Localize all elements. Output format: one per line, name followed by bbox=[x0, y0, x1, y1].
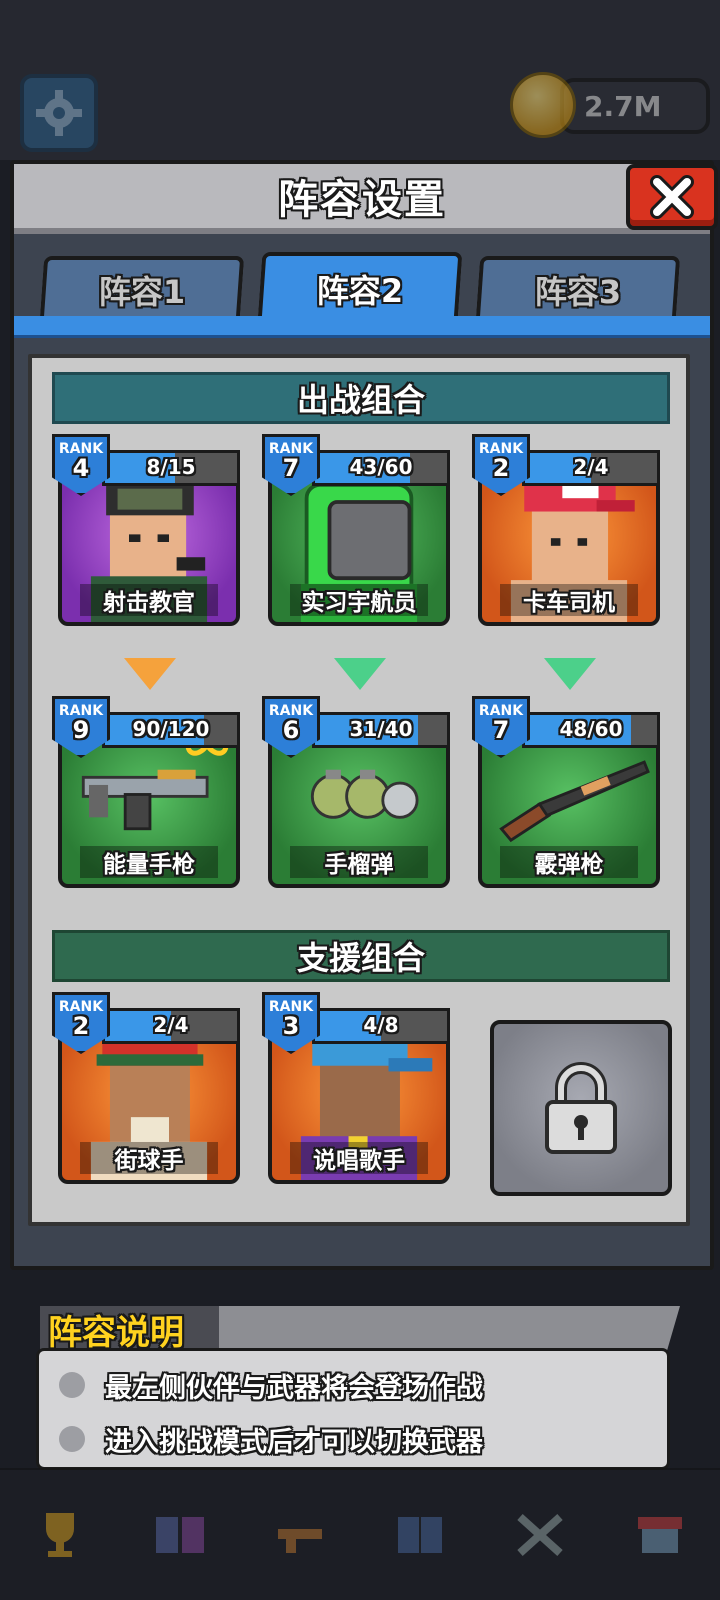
card-progress-bar: 8/15 bbox=[102, 450, 240, 486]
tab-lineup-1[interactable]: 阵容1 bbox=[39, 256, 245, 320]
tab-underline bbox=[14, 316, 710, 338]
modal-title: 阵容设置 bbox=[278, 177, 446, 223]
rank-number: 9 bbox=[72, 716, 90, 744]
weapon-card-energy-pistol[interactable]: 能量手枪 90/120 RANK 9 bbox=[52, 696, 242, 892]
weapon-icon bbox=[278, 1529, 322, 1553]
book-icon bbox=[398, 1517, 442, 1553]
explanation-line: 进入挑战模式后才可以切换武器 bbox=[59, 1419, 483, 1459]
card-count: 2/4 bbox=[573, 455, 609, 479]
trophy-icon bbox=[46, 1513, 74, 1557]
partner-card-truck-driver[interactable]: 卡车司机 2/4 RANK 2 bbox=[472, 434, 662, 630]
rank-number: 6 bbox=[282, 716, 300, 744]
rank-number: 2 bbox=[492, 454, 510, 482]
lineup-modal: 阵容设置 阵容1 阵容2 阵容3 出战组合 射击教官 8/15 RANK 4 实… bbox=[10, 160, 718, 1270]
weapon-card-grenade[interactable]: 手榴弹 31/40 RANK 6 bbox=[262, 696, 452, 892]
weapon-card-shotgun[interactable]: 霰弹枪 48/60 RANK 7 bbox=[472, 696, 662, 892]
card-count: 31/40 bbox=[349, 717, 413, 741]
nav-team[interactable] bbox=[140, 1495, 220, 1575]
close-icon bbox=[650, 175, 694, 219]
bullet-icon bbox=[59, 1426, 85, 1452]
coin-counter: 2.7M bbox=[560, 78, 710, 134]
card-progress-bar: 48/60 bbox=[522, 712, 660, 748]
card-name: 射击教官 bbox=[80, 584, 218, 616]
modal-header: 阵容设置 bbox=[14, 164, 710, 234]
explanation-line: 最左侧伙伴与武器将会登场作战 bbox=[59, 1365, 483, 1405]
partner-card-astronaut-intern[interactable]: 实习宇航员 43/60 RANK 7 bbox=[262, 434, 452, 630]
card-count: 2/4 bbox=[153, 1013, 189, 1037]
coin-icon bbox=[510, 72, 576, 138]
bottom-nav bbox=[0, 1468, 720, 1600]
card-name: 卡车司机 bbox=[500, 584, 638, 616]
battle-section-header: 出战组合 bbox=[52, 372, 670, 424]
arrow-down-icon bbox=[124, 658, 176, 690]
lineup-tabs: 阵容1 阵容2 阵容3 bbox=[38, 252, 698, 324]
rank-number: 3 bbox=[282, 1012, 300, 1040]
card-progress-bar: 2/4 bbox=[102, 1008, 240, 1044]
rank-number: 7 bbox=[282, 454, 300, 482]
card-progress-bar: 43/60 bbox=[312, 450, 450, 486]
gear-icon bbox=[36, 90, 82, 136]
nav-book[interactable] bbox=[380, 1495, 460, 1575]
nav-trophy[interactable] bbox=[20, 1495, 100, 1575]
card-progress-bar: 90/120 bbox=[102, 712, 240, 748]
settings-button[interactable] bbox=[20, 74, 98, 152]
explanation-title: 阵容说明 bbox=[48, 1313, 184, 1353]
close-button[interactable] bbox=[626, 164, 718, 230]
card-name: 能量手枪 bbox=[80, 846, 218, 878]
card-name: 实习宇航员 bbox=[290, 584, 428, 616]
card-count: 4/8 bbox=[363, 1013, 399, 1037]
card-count: 43/60 bbox=[349, 455, 413, 479]
rank-number: 2 bbox=[72, 1012, 90, 1040]
lock-icon bbox=[545, 1062, 617, 1154]
arrow-down-icon bbox=[544, 658, 596, 690]
tab-lineup-2[interactable]: 阵容2 bbox=[257, 252, 463, 322]
locked-support-slot[interactable] bbox=[490, 1020, 672, 1196]
card-count: 48/60 bbox=[559, 717, 623, 741]
tab-lineup-3[interactable]: 阵容3 bbox=[475, 256, 681, 320]
bullet-icon bbox=[59, 1372, 85, 1398]
card-name: 说唱歌手 bbox=[290, 1142, 428, 1174]
card-name: 手榴弹 bbox=[290, 846, 428, 878]
card-progress-bar: 31/40 bbox=[312, 712, 450, 748]
card-count: 8/15 bbox=[146, 455, 196, 479]
nav-weapons[interactable] bbox=[260, 1495, 340, 1575]
team-icon bbox=[156, 1517, 204, 1553]
nav-battle[interactable] bbox=[500, 1495, 580, 1575]
nav-shop[interactable] bbox=[620, 1495, 700, 1575]
explanation-box: 最左侧伙伴与武器将会登场作战 进入挑战模式后才可以切换武器 bbox=[36, 1348, 670, 1470]
card-name: 街球手 bbox=[80, 1142, 218, 1174]
card-progress-bar: 2/4 bbox=[522, 450, 660, 486]
coin-amount: 2.7M bbox=[584, 90, 662, 123]
support-card-street-baller[interactable]: 街球手 2/4 RANK 2 bbox=[52, 992, 242, 1188]
lineup-panel: 出战组合 射击教官 8/15 RANK 4 实习宇航员 43/60 RANK 7… bbox=[28, 354, 690, 1226]
battle-icon bbox=[517, 1514, 563, 1556]
card-progress-bar: 4/8 bbox=[312, 1008, 450, 1044]
support-section-header: 支援组合 bbox=[52, 930, 670, 982]
partner-card-shooting-instructor[interactable]: 射击教官 8/15 RANK 4 bbox=[52, 434, 242, 630]
rank-number: 4 bbox=[72, 454, 90, 482]
arrow-down-icon bbox=[334, 658, 386, 690]
support-card-rapper[interactable]: 说唱歌手 4/8 RANK 3 bbox=[262, 992, 452, 1188]
rank-number: 7 bbox=[492, 716, 510, 744]
shop-icon bbox=[638, 1517, 682, 1553]
card-count: 90/120 bbox=[132, 717, 210, 741]
card-name: 霰弹枪 bbox=[500, 846, 638, 878]
